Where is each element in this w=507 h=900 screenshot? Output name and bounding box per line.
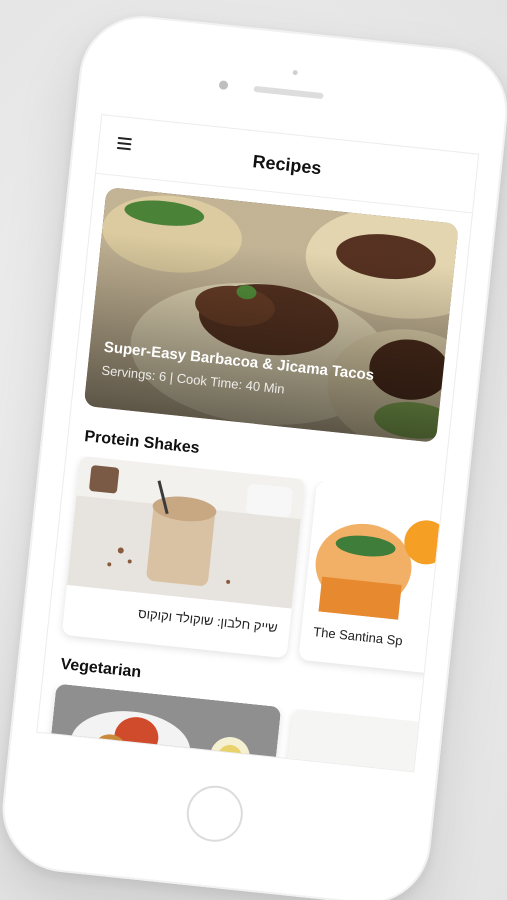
home-button[interactable] — [184, 782, 246, 845]
hero-gradient-overlay — [83, 187, 459, 443]
app-screenshot: Recipes Super-Easy Barbacoa & Jicama Tac… — [0, 0, 507, 900]
recipe-thumbnail — [283, 708, 419, 773]
protein-shakes-row[interactable]: שייק חלבון: שוקולד וקוקוס The Santina Sp — [46, 454, 443, 687]
app-screen: Recipes Super-Easy Barbacoa & Jicama Tac… — [36, 114, 480, 773]
recipe-card[interactable] — [47, 683, 282, 773]
recipe-card-label: The Santina Sp — [312, 624, 404, 649]
proximity-sensor — [292, 69, 298, 76]
recipe-thumbnail — [303, 480, 443, 625]
page-title: Recipes — [251, 151, 323, 179]
featured-recipe-card[interactable]: Super-Easy Barbacoa & Jicama Tacos Servi… — [83, 187, 459, 443]
phone-frame: Recipes Super-Easy Barbacoa & Jicama Tac… — [0, 9, 507, 900]
recipe-card[interactable]: שייק חלבון: שוקולד וקוקוס — [61, 455, 306, 659]
recipe-card[interactable] — [283, 708, 419, 773]
front-camera — [218, 80, 229, 91]
recipe-card[interactable]: The Santina Sp — [298, 480, 443, 675]
earpiece-speaker — [253, 85, 324, 100]
recipe-card-label: שייק חלבון: שוקולד וקוקוס — [137, 605, 279, 636]
recipe-thumbnail — [47, 683, 282, 773]
recipe-thumbnail — [66, 455, 306, 609]
